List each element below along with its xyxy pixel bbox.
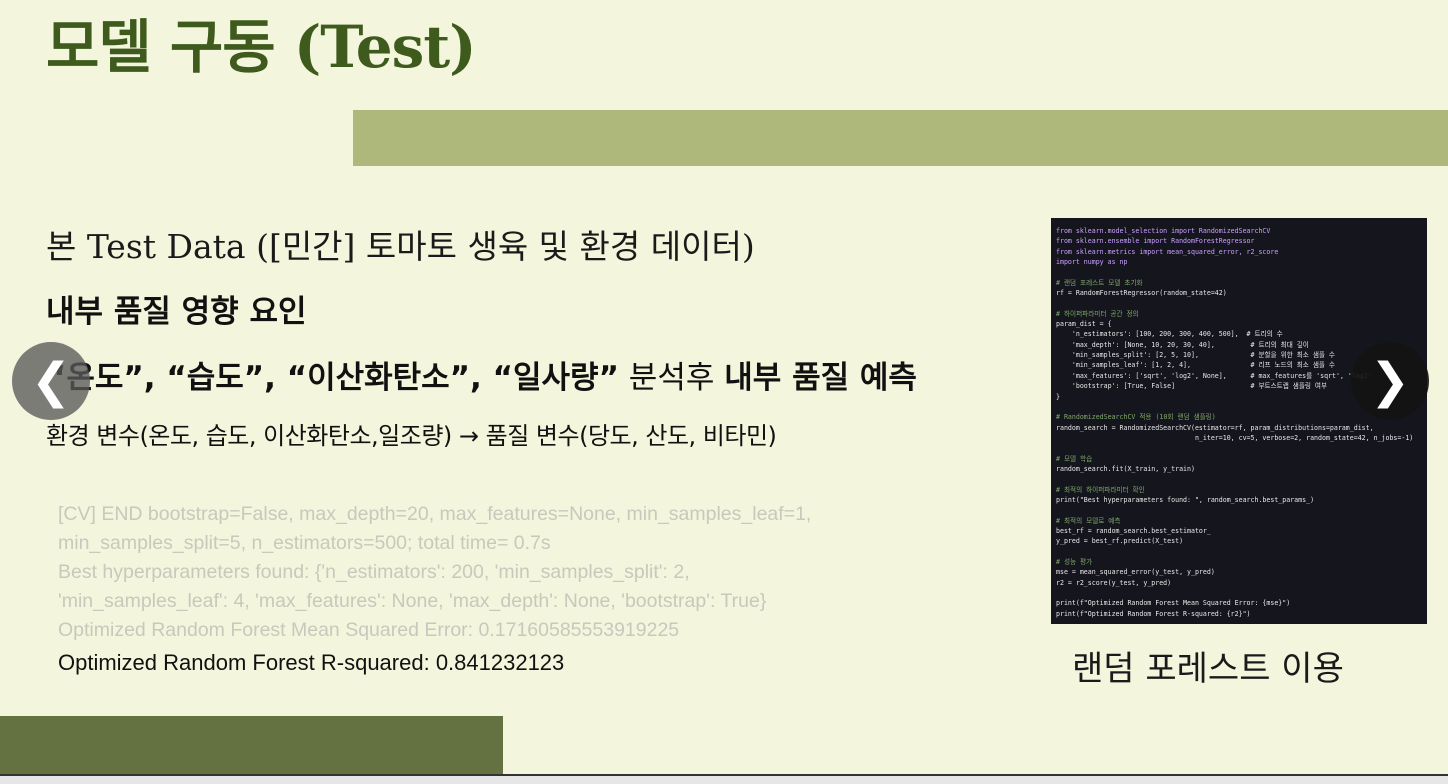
code-line: mse = mean_squared_error(y_test, y_pred) <box>1056 568 1215 577</box>
chevron-right-icon: ❯ <box>1369 353 1411 409</box>
code-line: r2 = r2_score(y_test, y_pred) <box>1056 578 1172 587</box>
code-line: print("Best hyperparameters found: ", ra… <box>1056 495 1315 504</box>
code-line: # 최적의 모델로 예측 <box>1056 516 1121 525</box>
previous-slide-button[interactable]: ❮ <box>12 342 90 420</box>
dataset-description: 본 Test Data ([민간] 토마토 생육 및 환경 데이터) <box>46 227 755 266</box>
chevron-left-icon: ❮ <box>30 353 72 409</box>
log-line: Optimized Random Forest Mean Squared Err… <box>58 619 680 641</box>
code-line: # 하이퍼파라미터 공간 정의 <box>1056 309 1139 318</box>
code-line: # 랜덤 포레스트 모델 초기화 <box>1056 278 1143 287</box>
code-line: 'n_estimators': [100, 200, 300, 400, 500… <box>1056 330 1283 339</box>
code-line: y_pred = best_rf.predict(X_test) <box>1056 537 1184 546</box>
log-line: 'min_samples_leaf': 4, 'max_features': N… <box>58 590 767 612</box>
subheading-quality-factors: 내부 품질 영향 요인 <box>46 294 307 330</box>
bottom-edge <box>0 774 1448 784</box>
code-line: rf = RandomForestRegressor(random_state=… <box>1056 289 1227 298</box>
code-line: print(f"Optimized Random Forest Mean Squ… <box>1056 599 1291 608</box>
variable-mapping: 환경 변수(온도, 습도, 이산화탄소,일조량) → 품질 변수(당도, 산도,… <box>46 422 777 450</box>
code-line: import numpy as np <box>1056 258 1128 267</box>
code-caption: 랜덤 포레스트 이용 <box>1072 649 1344 689</box>
page-title: 모델 구동 (Test) <box>46 13 477 81</box>
log-line: Best hyperparameters found: {'n_estimato… <box>58 561 690 583</box>
code-line: random_search.fit(X_train, y_train) <box>1056 464 1195 473</box>
code-line: # 최적의 하이퍼파라미터 확인 <box>1056 485 1145 494</box>
code-line: # 성능 평가 <box>1056 558 1093 566</box>
training-log: [CV] END bootstrap=False, max_depth=20, … <box>58 500 811 681</box>
code-line: random_search = RandomizedSearchCV(estim… <box>1056 423 1374 432</box>
analysis-summary: “온도”, “습도”, “이산화탄소”, “일사량” 분석후 내부 품질 예측 <box>46 352 917 397</box>
code-line: from sklearn.model_selection import Rand… <box>1056 227 1271 235</box>
next-slide-button[interactable]: ❯ <box>1351 342 1429 420</box>
code-line: from sklearn.ensemble import RandomFores… <box>1056 237 1255 246</box>
decorative-band-bottom <box>0 716 503 774</box>
decorative-band-top <box>353 110 1448 166</box>
log-line: min_samples_split=5, n_estimators=500; t… <box>58 532 551 554</box>
log-line: [CV] END bootstrap=False, max_depth=20, … <box>58 503 812 525</box>
code-line: print(f"Optimized Random Forest R-square… <box>1056 609 1251 618</box>
code-line: best_rf = random_search.best_estimator_ <box>1056 526 1211 535</box>
code-line: from sklearn.metrics import mean_squared… <box>1056 247 1279 256</box>
r-squared-result: Optimized Random Forest R-squared: 0.841… <box>58 650 565 675</box>
analysis-connector: 분석후 <box>618 360 725 396</box>
code-line: param_dist = { <box>1056 320 1112 329</box>
code-line: n_iter=10, cv=5, verbose=2, random_state… <box>1056 433 1414 442</box>
prediction-target: 내부 품질 예측 <box>724 360 917 396</box>
factor-list: “온도”, “습도”, “이산화탄소”, “일사량” <box>46 360 619 396</box>
code-line: # 모델 학습 <box>1056 454 1093 463</box>
code-screenshot: from sklearn.model_selection import Rand… <box>1051 218 1427 624</box>
